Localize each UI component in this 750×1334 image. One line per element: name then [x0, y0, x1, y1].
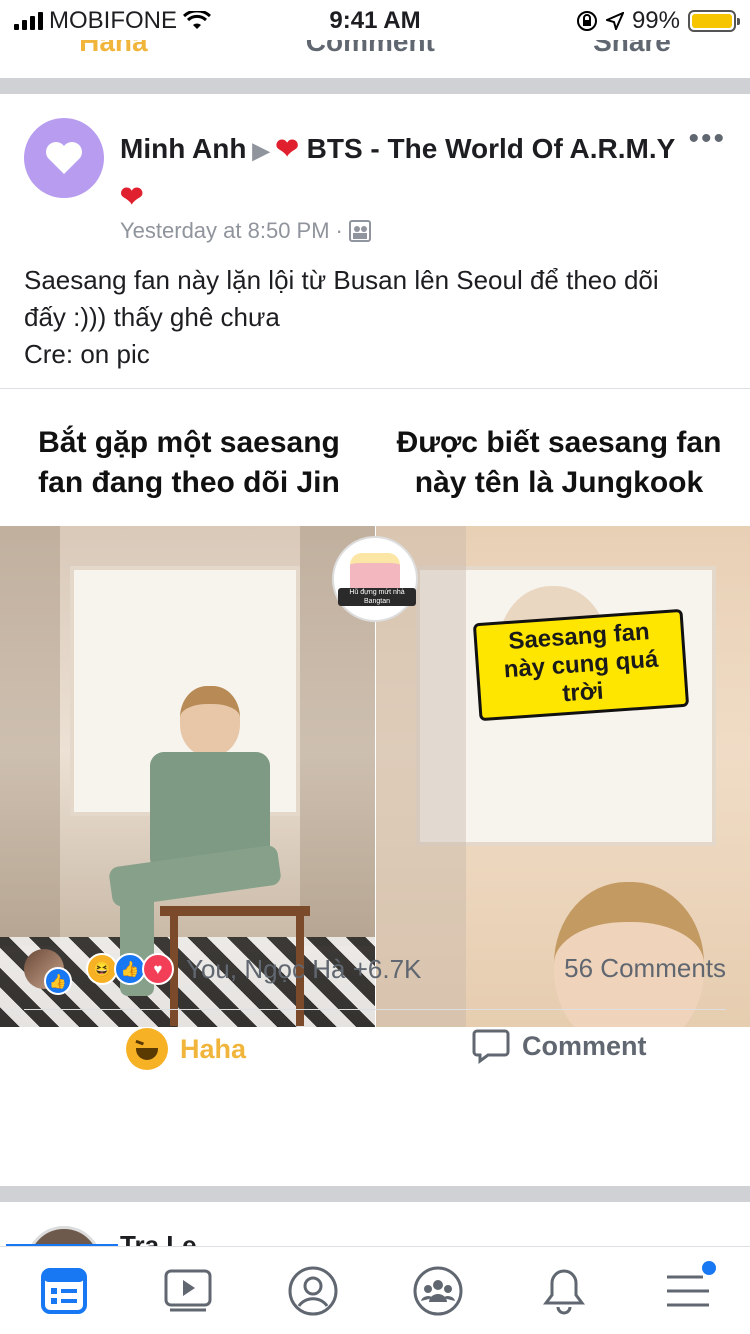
- more-options-button[interactable]: •••: [688, 122, 726, 156]
- friend-avatar: 👍: [24, 949, 72, 995]
- comment-label: Comment: [522, 1030, 647, 1061]
- meta-separator: ·: [335, 218, 343, 243]
- groups-icon: [413, 1266, 463, 1316]
- post-text-line: Saesang fan này lặn lội từ Busan lên Seo…: [24, 265, 659, 295]
- reactions-summary[interactable]: 👍 😆 👍 ♥ You, Ngọc Hà +6.7K 56 Comments: [0, 931, 750, 1009]
- notification-dot: [702, 1261, 716, 1275]
- profile-icon: [288, 1266, 338, 1316]
- post-text-line: Cre: on pic: [24, 339, 150, 369]
- heart-icon: ❤: [120, 181, 144, 212]
- post-header: Minh Anh ▶ ❤ BTS - The World Of A.R.M.Y ❤: [120, 126, 680, 220]
- bottom-tab-bar: [0, 1246, 750, 1334]
- comment-button[interactable]: Comment: [472, 1028, 647, 1064]
- heart-icon: ❤: [275, 133, 299, 164]
- tab-menu[interactable]: [662, 1261, 716, 1317]
- author-name[interactable]: Minh Anh: [120, 133, 246, 164]
- next-post-author[interactable]: Tra Le: [120, 1230, 197, 1246]
- post-text-line: đấy :))) thấy ghê chưa: [24, 302, 280, 332]
- tab-profile[interactable]: [287, 1265, 339, 1317]
- jar-label: Hũ đựng mứt nhà Bangtan: [338, 588, 416, 606]
- caption-right: Được biết saesang fan này tên là Jungkoo…: [396, 426, 722, 499]
- feed-divider: [0, 78, 750, 94]
- heart-logo-icon: [46, 142, 82, 174]
- group-name[interactable]: BTS - The World Of A.R.M.Y: [307, 133, 675, 164]
- battery-icon: [688, 10, 740, 32]
- comment-icon: [472, 1029, 510, 1064]
- tab-groups[interactable]: [412, 1265, 464, 1317]
- caption-left: Bắt gặp một saesang fan đang theo dõi Ji…: [38, 426, 340, 499]
- arrow-right-icon: ▶: [252, 138, 270, 163]
- next-post-avatar[interactable]: [26, 1226, 102, 1246]
- like-icon: 👍: [44, 967, 72, 995]
- news-feed-icon: [41, 1268, 87, 1314]
- haha-button[interactable]: Haha: [126, 1028, 246, 1070]
- watch-video-icon: [164, 1269, 212, 1312]
- love-reaction-icon: ♥: [142, 953, 174, 985]
- next-post-peek: Tra Le: [0, 1204, 750, 1246]
- jar-sticker: Hũ đựng mứt nhà Bangtan: [332, 536, 418, 622]
- location-icon: [605, 12, 624, 30]
- orientation-lock-icon: [576, 11, 597, 31]
- sticker-text: Saesang fan này cung quá trời: [472, 608, 690, 722]
- tab-watch[interactable]: [162, 1265, 214, 1317]
- post-body: Saesang fan này lặn lội từ Busan lên Seo…: [24, 262, 734, 373]
- bell-icon: [543, 1269, 585, 1315]
- group-audience-icon: [348, 220, 371, 242]
- status-bar: MOBIFONE 9:41 AM 99%: [0, 0, 750, 40]
- author-avatar[interactable]: [24, 118, 104, 198]
- battery-percent: 99%: [631, 7, 680, 34]
- haha-label: Haha: [180, 1033, 247, 1064]
- tab-news-feed[interactable]: [38, 1265, 90, 1317]
- tab-notifications[interactable]: [538, 1265, 590, 1317]
- menu-icon: [667, 1275, 709, 1307]
- haha-icon: [126, 1028, 168, 1070]
- comment-count[interactable]: 56 Comments: [564, 953, 726, 984]
- reaction-names[interactable]: You, Ngọc Hà +6.7K: [186, 954, 421, 985]
- post-timestamp[interactable]: Yesterday at 8:50 PM: [120, 218, 330, 244]
- post-actions: Haha Comment: [0, 1010, 750, 1090]
- feed-divider: [0, 1186, 750, 1202]
- post-meta: Yesterday at 8:50 PM ·: [120, 218, 371, 244]
